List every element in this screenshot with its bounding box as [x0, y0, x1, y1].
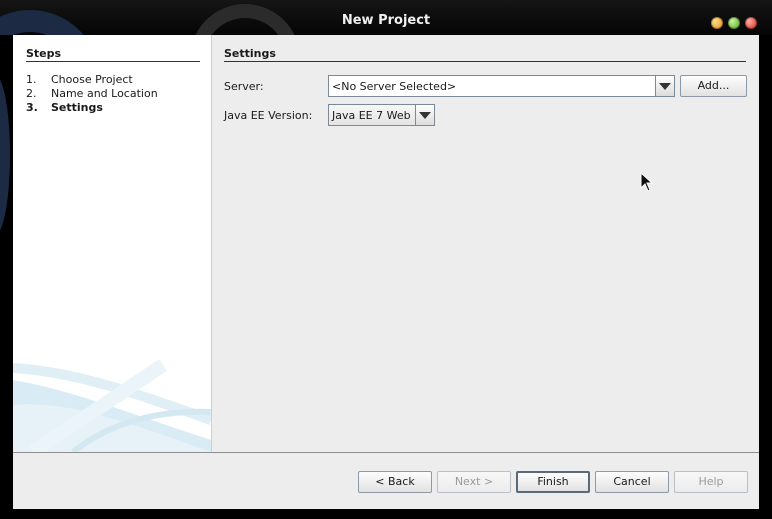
cancel-button[interactable]: Cancel	[595, 471, 669, 493]
steps-list: 1. Choose Project 2. Name and Location 3. S…	[26, 73, 158, 115]
chevron-down-icon[interactable]	[655, 76, 674, 96]
back-button[interactable]: < Back	[358, 471, 432, 493]
step-item-name-and-location: 2. Name and Location	[26, 87, 158, 101]
step-number: 2.	[26, 87, 37, 100]
step-item-choose-project: 1. Choose Project	[26, 73, 158, 87]
steps-panel: Steps 1. Choose Project 2. Name and Locati…	[13, 35, 212, 452]
maximize-icon[interactable]	[728, 17, 740, 29]
server-label: Server:	[224, 80, 264, 93]
next-button[interactable]: Next >	[437, 471, 511, 493]
minimize-icon[interactable]	[711, 17, 723, 29]
window-frame-bottom	[0, 509, 772, 519]
wizard-wave-graphic	[13, 360, 211, 452]
chevron-down-icon[interactable]	[415, 105, 434, 125]
javaee-version-select[interactable]: Java EE 7 Web	[328, 104, 435, 126]
close-icon[interactable]	[745, 17, 757, 29]
add-server-button[interactable]: Add...	[680, 75, 747, 97]
finish-button[interactable]: Finish	[516, 471, 590, 493]
steps-heading: Steps	[26, 47, 200, 62]
settings-heading: Settings	[224, 47, 746, 62]
javaee-version-label: Java EE Version:	[224, 109, 313, 122]
window-titlebar[interactable]: New Project	[0, 0, 772, 35]
window-title: New Project	[341, 13, 431, 28]
step-label: Name and Location	[51, 87, 158, 100]
javaee-version-value: Java EE 7 Web	[332, 109, 411, 122]
mouse-pointer-icon	[640, 172, 654, 192]
help-button[interactable]: Help	[674, 471, 748, 493]
frame-decoration	[0, 75, 10, 235]
step-number: 1.	[26, 73, 37, 86]
new-project-dialog: Steps 1. Choose Project 2. Name and Locati…	[13, 35, 759, 509]
step-number: 3.	[26, 101, 38, 114]
window-frame-right	[759, 35, 772, 519]
window-frame-left	[0, 35, 13, 519]
step-label: Settings	[51, 101, 103, 114]
server-select-value: <No Server Selected>	[332, 80, 457, 93]
footer-separator	[13, 452, 759, 453]
step-label: Choose Project	[51, 73, 133, 86]
step-item-settings: 3. Settings	[26, 101, 158, 115]
server-select[interactable]: <No Server Selected>	[328, 75, 675, 97]
